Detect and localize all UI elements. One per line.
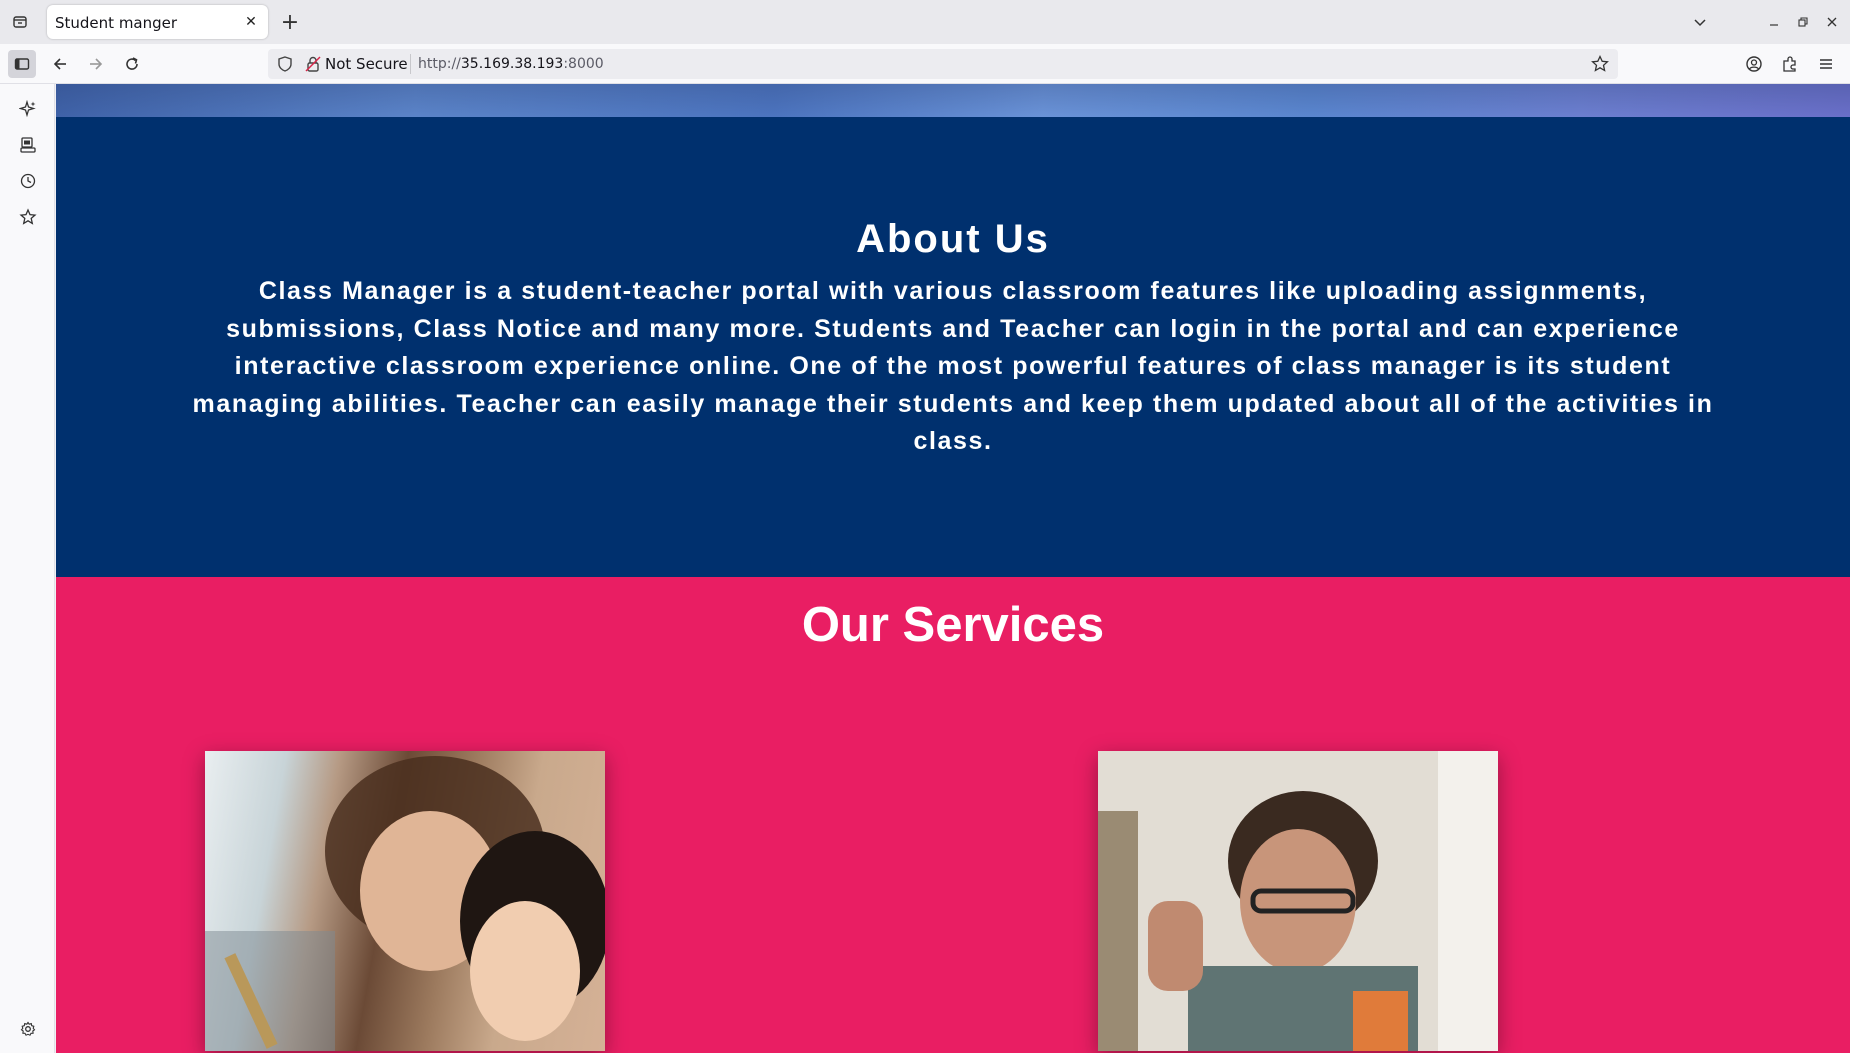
shield-icon[interactable] <box>276 55 294 73</box>
reload-icon[interactable] <box>118 50 146 78</box>
forward-arrow-icon[interactable] <box>82 50 110 78</box>
synced-tabs-icon[interactable] <box>17 134 39 156</box>
star-icon[interactable] <box>1590 54 1610 74</box>
tab-list-icon[interactable] <box>8 10 32 34</box>
page-content: About Us Class Manager is a student-teac… <box>56 84 1850 1053</box>
chevron-down-icon[interactable] <box>1688 10 1712 34</box>
close-icon[interactable]: ✕ <box>242 13 260 31</box>
url-scheme: http:// <box>418 56 461 72</box>
security-status-label[interactable]: Not Secure <box>325 55 408 73</box>
browser-window: Student manger ✕ + Not Secure http://35.… <box>0 0 1850 1053</box>
account-icon[interactable] <box>1742 52 1766 76</box>
hamburger-menu-icon[interactable] <box>1814 52 1838 76</box>
services-title: Our Services <box>801 598 1105 652</box>
teacher-with-student-photo <box>205 751 605 1051</box>
tab-strip: Student manger ✕ + <box>0 0 1850 44</box>
url-port: :8000 <box>563 56 604 72</box>
minimize-icon[interactable] <box>1764 12 1784 32</box>
about-section: About Us Class Manager is a student-teac… <box>56 117 1850 577</box>
insecure-lock-icon[interactable] <box>304 55 322 73</box>
address-bar[interactable]: Not Secure http://35.169.38.193:8000 <box>268 49 1618 79</box>
url-text[interactable]: http://35.169.38.193:8000 <box>418 56 604 72</box>
about-description: Class Manager is a student-teacher porta… <box>192 277 1714 456</box>
url-host: 35.169.38.193 <box>460 56 564 72</box>
hero-banner-image <box>56 84 1850 117</box>
back-arrow-icon[interactable] <box>46 50 74 78</box>
url-divider <box>410 54 411 74</box>
navigation-toolbar: Not Secure http://35.169.38.193:8000 <box>0 44 1850 84</box>
puzzle-icon[interactable] <box>1778 52 1802 76</box>
about-title: About Us <box>856 217 1050 261</box>
clock-icon[interactable] <box>17 170 39 192</box>
star-icon[interactable] <box>17 206 39 228</box>
gear-icon[interactable] <box>17 1018 39 1040</box>
services-section: Our Services <box>56 577 1850 1053</box>
new-tab-button[interactable]: + <box>278 10 302 35</box>
tab-title: Student manger <box>55 14 178 32</box>
restore-icon[interactable] <box>1793 12 1813 32</box>
browser-sidebar <box>0 84 55 1053</box>
window-close-icon[interactable] <box>1822 12 1842 32</box>
sparkle-icon[interactable] <box>17 98 39 120</box>
active-tab[interactable]: Student manger ✕ <box>47 5 268 39</box>
man-studying-photo <box>1098 751 1498 1051</box>
sidebar-icon[interactable] <box>8 50 36 78</box>
